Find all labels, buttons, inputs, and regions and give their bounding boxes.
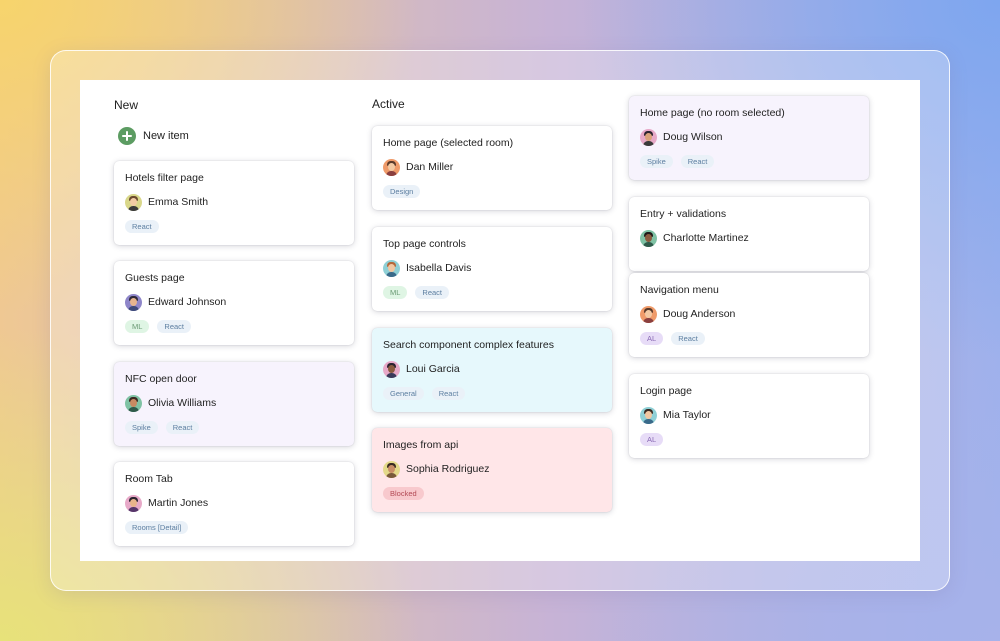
column-title-active: Active [372, 97, 405, 111]
column-title-new: New [114, 98, 139, 112]
tag-list: General React [383, 387, 601, 401]
card-title: Hotels filter page [125, 172, 204, 184]
avatar [383, 360, 400, 378]
tag-list: Spike React [125, 421, 343, 435]
avatar [640, 128, 657, 146]
avatar [640, 305, 657, 323]
new-item-label: New item [143, 130, 189, 142]
tag-list: Spike React [640, 155, 858, 169]
tag-list: ML React [383, 286, 601, 300]
tag-react: React [157, 320, 192, 333]
card-assignee: Martin Jones [125, 494, 343, 512]
assignee-name: Martin Jones [148, 497, 209, 509]
assignee-name: Emma Smith [148, 196, 209, 208]
card-assignee: Emma Smith [125, 193, 343, 211]
card-login-page[interactable]: Login page Mia Taylor AL [629, 374, 869, 458]
tag-design: Design [383, 185, 421, 198]
assignee-name: Doug Wilson [663, 131, 723, 143]
tag-spike: Spike [125, 421, 158, 434]
tag-general: General [383, 387, 424, 400]
assignee-name: Isabella Davis [406, 262, 472, 274]
tag-spike: Spike [640, 155, 673, 168]
tag-list: Design [383, 185, 601, 199]
card-assignee: Doug Anderson [640, 305, 858, 323]
tag-ml: ML [125, 320, 150, 333]
card-assignee: Loui Garcia [383, 360, 601, 378]
card-title: Navigation menu [640, 284, 719, 296]
card-title: Login page [640, 385, 692, 397]
avatar [125, 293, 142, 311]
assignee-name: Charlotte Martinez [663, 232, 749, 244]
tag-react: React [415, 286, 450, 299]
card-hotels-filter-page[interactable]: Hotels filter page Emma Smith React [114, 161, 354, 245]
card-assignee: Doug Wilson [640, 128, 858, 146]
avatar [383, 259, 400, 277]
avatar [640, 229, 657, 247]
tag-list: Rooms [Detail] [125, 521, 343, 535]
plus-icon [118, 127, 136, 145]
card-guests-page[interactable]: Guests page Edward Johnson ML React [114, 261, 354, 345]
assignee-name: Edward Johnson [148, 296, 227, 308]
kanban-board: New New item Hotels filter page Emma Smi… [80, 80, 920, 561]
assignee-name: Dan Miller [406, 161, 454, 173]
card-title: NFC open door [125, 373, 197, 385]
tag-list: React [125, 220, 343, 234]
assignee-name: Sophia Rodriguez [406, 463, 490, 475]
tag-al: AL [640, 332, 664, 345]
tag-list: AL React [640, 332, 858, 346]
avatar [383, 460, 400, 478]
assignee-name: Mia Taylor [663, 409, 711, 421]
assignee-name: Doug Anderson [663, 308, 736, 320]
card-title: Images from api [383, 439, 459, 451]
tag-react: React [671, 332, 705, 345]
tag-react: React [165, 421, 200, 434]
tag-list: Blocked [383, 487, 601, 501]
card-title: Search component complex features [383, 339, 555, 351]
card-assignee: Isabella Davis [383, 259, 601, 277]
assignee-name: Olivia Williams [148, 397, 217, 409]
card-assignee: Sophia Rodriguez [383, 460, 601, 478]
card-title: Home page (selected room) [383, 137, 514, 149]
card-nfc-open-door[interactable]: NFC open door Olivia Williams Spike Reac… [114, 362, 354, 446]
tag-ml: ML [383, 286, 408, 299]
card-assignee: Edward Johnson [125, 293, 343, 311]
avatar [125, 394, 142, 412]
tag-al: AL [640, 433, 664, 446]
new-item-button[interactable]: New item [118, 127, 189, 145]
card-top-page-controls[interactable]: Top page controls Isabella Davis ML Reac… [372, 227, 612, 311]
card-assignee: Olivia Williams [125, 394, 343, 412]
card-assignee: Mia Taylor [640, 406, 858, 424]
card-assignee: Charlotte Martinez [640, 229, 858, 247]
card-search-component[interactable]: Search component complex features Loui G… [372, 328, 612, 412]
card-images-from-api[interactable]: Images from api Sophia Rodriguez Blocked [372, 428, 612, 512]
card-title: Guests page [125, 272, 185, 284]
tag-list: ML React [125, 320, 343, 334]
avatar [125, 193, 142, 211]
card-title: Top page controls [383, 238, 466, 250]
card-room-tab[interactable]: Room Tab Martin Jones Rooms [Detail] [114, 462, 354, 546]
avatar [640, 406, 657, 424]
card-assignee: Dan Miller [383, 158, 601, 176]
tag-rooms-detail: Rooms [Detail] [125, 521, 189, 534]
card-title: Room Tab [125, 473, 173, 485]
card-title: Home page (no room selected) [640, 107, 785, 119]
tag-react: React [431, 387, 466, 400]
card-navigation-menu[interactable]: Navigation menu Doug Anderson AL React [629, 273, 869, 357]
assignee-name: Loui Garcia [406, 363, 460, 375]
tag-list: AL [640, 433, 858, 447]
avatar [125, 494, 142, 512]
card-home-page-selected-room[interactable]: Home page (selected room) Dan Miller Des… [372, 126, 612, 210]
card-home-page-no-room[interactable]: Home page (no room selected) Doug Wilson… [629, 96, 869, 180]
tag-react: React [125, 220, 159, 233]
card-entry-validations[interactable]: Entry + validations Charlotte Martinez [629, 197, 869, 271]
tag-react: React [680, 155, 715, 168]
tag-blocked: Blocked [383, 487, 424, 500]
avatar [383, 158, 400, 176]
card-title: Entry + validations [640, 208, 727, 220]
